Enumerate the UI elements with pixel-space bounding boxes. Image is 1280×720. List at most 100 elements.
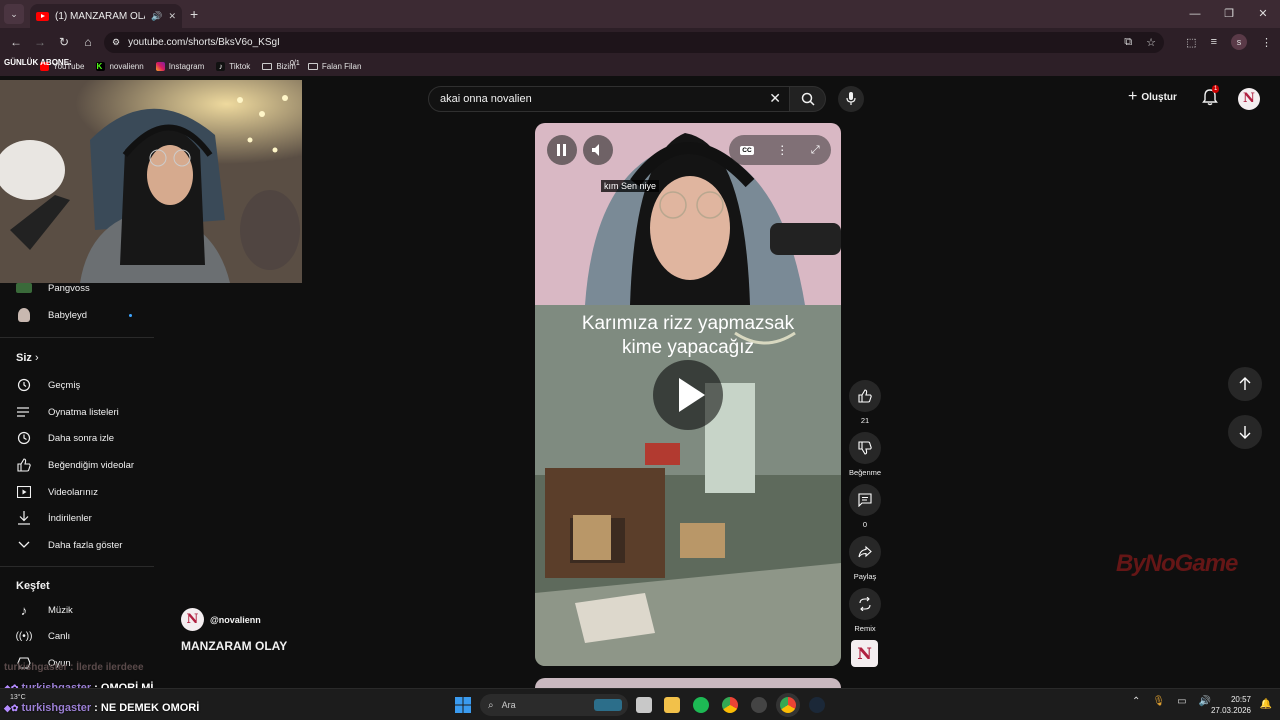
comments-button[interactable] [849,484,881,516]
network-icon[interactable]: ▭ [1177,696,1186,707]
address-bar[interactable]: ⚙ youtube.com/shorts/BksV6o_KSgI ⧉ ☆ [104,32,1164,53]
sidebar-item-show-more[interactable]: Daha fazla göster [16,535,122,555]
search-button[interactable] [790,86,826,112]
extensions-icon[interactable]: ⬚ [1186,36,1196,49]
sidebar-item-playlists[interactable]: Oynatma listeleri [16,402,119,422]
plus-icon: + [1128,88,1138,105]
chrome-active-icon[interactable] [780,697,796,713]
media-control-icon[interactable]: ≡ [1211,36,1217,48]
dislike-label: Beğenme [848,468,882,477]
profile-button[interactable]: s [1231,34,1247,50]
file-explorer-icon[interactable] [664,697,680,713]
tray-overflow-icon[interactable]: ⌃ [1132,696,1140,707]
install-app-icon[interactable]: ⧉ [1124,36,1132,49]
sidebar-item-watch-later[interactable]: Daha sonra izle [16,428,114,448]
player-controls-group: CC ⋮ ⤢ [729,135,831,165]
steam-icon[interactable] [809,697,825,713]
bookmarks-bar: YouTube Knovalienn Instagram ♪ Tiktok Biz… [0,56,1280,76]
sidebar-you-heading[interactable]: Siz › [16,352,39,364]
new-tab-button[interactable]: + [190,6,198,22]
sidebar-item-history[interactable]: Geçmiş [16,375,80,395]
close-window-button[interactable]: ✕ [1246,0,1280,28]
forward-button[interactable]: → [28,35,52,49]
clear-search-icon[interactable]: ✕ [769,90,781,107]
obs-icon[interactable] [751,697,767,713]
next-short-button[interactable] [1228,415,1262,449]
audio-playing-icon[interactable]: 🔊 [151,11,162,22]
voice-search-button[interactable] [838,86,864,112]
chat-message-faded: turkishgaster : İlerde ilerdeee [4,662,144,673]
sidebar-item-music[interactable]: ♪ Müzik [16,600,73,620]
bookmark-folder-falan-filan[interactable]: Falan Filan [307,62,361,71]
instagram-icon [155,61,165,71]
sidebar-sub-babyleyd[interactable]: Babyleyd [16,305,87,325]
bookmark-star-icon[interactable]: ☆ [1146,36,1156,49]
taskbar-search[interactable]: ⌕ Ara [480,694,628,716]
account-avatar[interactable]: N [1238,88,1260,110]
remix-button[interactable] [849,588,881,620]
chat-badge-icon: ◆✿ [4,702,19,713]
arrow-down-icon [1239,426,1251,439]
taskbar-clock[interactable]: 20:57 27.03.2026 [1211,694,1251,716]
notification-center-icon[interactable]: 🔔 [1260,699,1272,710]
daily-sub-goal-count: 0/1 [290,60,300,67]
fullscreen-icon[interactable]: ⤢ [811,144,820,157]
spotify-icon[interactable] [693,697,709,713]
sidebar-item-downloads[interactable]: İndirilenler [16,508,92,528]
back-button[interactable]: ← [4,35,28,49]
screen: { "browser": { "tab_title": "(1) MANZARA… [0,0,1280,720]
microphone-tray-icon[interactable]: 🎙 [1152,696,1165,707]
restore-button[interactable]: ❐ [1212,0,1246,28]
window-controls: — ❐ ✕ [1178,0,1280,28]
search-icon: ⌕ [488,699,494,711]
task-view-icon[interactable] [636,697,652,713]
search-highlight-icon [594,699,622,711]
folder-icon [262,62,273,70]
speaker-icon[interactable]: 🔊 [1199,696,1211,707]
bookmark-novalienn[interactable]: Knovalienn [96,61,144,71]
like-icon [16,457,32,473]
clock-icon [16,430,32,446]
create-button[interactable]: + Oluştur [1128,88,1177,106]
search-input[interactable]: akai onna novalien ✕ [428,86,790,112]
pause-button[interactable] [547,135,577,165]
bookmark-tiktok[interactable]: ♪ Tiktok [216,61,250,71]
comment-count: 0 [862,520,868,529]
share-label: Paylaş [853,572,877,581]
notifications-button[interactable]: 1 [1202,85,1222,110]
bookmark-instagram[interactable]: Instagram [155,61,204,71]
share-button[interactable] [849,536,881,568]
start-button[interactable] [455,697,471,713]
reload-button[interactable]: ↻ [52,35,76,49]
previous-short-button[interactable] [1228,367,1262,401]
daily-sub-goal-label: GÜNLÜK ABONE: [4,58,72,67]
like-button[interactable] [849,380,881,412]
weather-widget[interactable]: 13°C [10,694,26,701]
video-overlay-text: Karımıza rizz yapmazsak kime yapacağız [581,313,795,358]
live-indicator [129,314,132,317]
like-count: 21 [860,416,870,425]
dislike-button[interactable] [849,432,881,464]
sidebar-item-your-videos[interactable]: Videolarınız [16,482,98,502]
close-tab-icon[interactable]: ✕ [168,11,176,22]
browser-tab-active[interactable]: (1) MANZARAM OLAY - You 🔊 ✕ [30,4,182,28]
tiktok-icon: ♪ [216,61,226,71]
kick-icon: K [96,61,106,71]
play-button[interactable] [653,360,723,430]
browser-menu-icon[interactable]: ⋮ [1261,36,1272,49]
channel-link[interactable]: N @novalienn [181,608,261,631]
chrome-icon[interactable] [722,697,738,713]
sound-thumbnail[interactable]: N [851,640,878,667]
site-info-icon[interactable]: ⚙ [112,37,120,48]
tab-search-button[interactable]: ⌄ [4,4,24,24]
volume-button[interactable] [583,135,613,165]
video-caption: kım Sen niye [601,180,660,192]
minimize-button[interactable]: — [1178,0,1212,28]
video-icon [16,484,32,500]
sidebar-item-liked-videos[interactable]: Beğendiğim videolar [16,455,134,475]
home-button[interactable]: ⌂ [76,35,100,49]
more-options-icon[interactable]: ⋮ [776,143,788,157]
sidebar-item-live[interactable]: ((•)) Canlı [16,626,71,646]
captions-button[interactable]: CC [740,145,754,155]
remix-icon [859,597,871,611]
